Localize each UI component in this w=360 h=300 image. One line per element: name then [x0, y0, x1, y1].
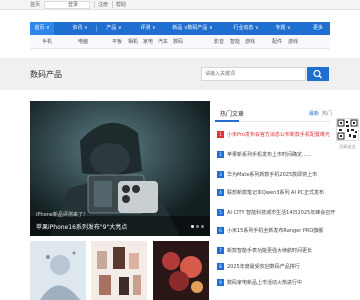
qr-label: 扫码关注 [339, 144, 356, 149]
list-item[interactable]: 5 AI CITY 智能科技城市生活14日2025年峰会召开 [215, 207, 335, 219]
list-item[interactable]: 8 2025年度最受欢迎数码产品排行 [215, 261, 330, 273]
rank-badge: 5 [217, 209, 224, 216]
divider [112, 1, 113, 8]
thumbnail[interactable] [91, 241, 147, 300]
divider [94, 1, 95, 8]
nav-item-industry[interactable]: 行业动态 ∨ [228, 22, 264, 35]
thumbnail-image [30, 241, 86, 300]
carousel-dot[interactable] [191, 225, 194, 228]
qr-code-widget: 扫码关注 [335, 118, 360, 158]
article-title[interactable]: 华为Mate系列新款手机2025款即将上市 [227, 171, 317, 178]
article-title[interactable]: 小米15系列手机全新发布Ranger PRO旗舰 [227, 227, 323, 234]
thumbnail-image [153, 241, 209, 300]
subnav-item[interactable]: 手机 [42, 38, 52, 45]
article-title[interactable]: AI CITY 智能科技城市生活14日2025年峰会召开 [227, 209, 335, 216]
subnav-item[interactable]: 平板 [112, 38, 122, 45]
qr-code-icon [337, 119, 358, 140]
main-nav: 首页 ∨ 资讯 ∨ 产品 ∨ 评测 ∨ 新品 ∨ 数码产品 ∨ 行业动态 ∨ 专… [30, 22, 330, 35]
subnav-item[interactable]: 游戏 [288, 38, 298, 45]
list-item[interactable]: 9 数码家电新品上市活动火热进行中 [215, 277, 330, 289]
list-item[interactable]: 2 苹果新系列手机发布上市时间确定...... [215, 149, 330, 161]
hot-articles-panel: 热门文章 最新 热门 1 小米Pro发布会官方消息公布新款手机配置曝光 2 苹果… [215, 101, 335, 300]
subnav-item[interactable]: 影音 [214, 38, 224, 45]
search-button[interactable] [307, 67, 329, 81]
rank-badge: 1 [217, 131, 224, 138]
subnav-item[interactable]: 智能 [230, 38, 240, 45]
search-icon [313, 69, 322, 79]
hero-caption[interactable]: 苹果iPhone16系列发布"9"大亮点 [36, 222, 127, 231]
top-link-login[interactable]: 登录 [68, 1, 78, 8]
carousel-dots [189, 213, 204, 232]
top-link-register[interactable]: 注册 [98, 1, 108, 8]
top-link-help[interactable]: 帮助 [116, 1, 126, 8]
carousel-dot[interactable] [196, 225, 199, 228]
rank-badge: 4 [217, 189, 224, 196]
list-item[interactable]: 4 联想新款笔记本Qwen3系列 AI PC正式发布 [215, 187, 330, 199]
thumbnail-image [91, 241, 147, 300]
thumbnail[interactable] [30, 241, 86, 300]
rank-badge: 2 [217, 151, 224, 158]
subnav-item[interactable]: 汽车 [158, 38, 168, 45]
nav-item-news[interactable]: 资讯 ∨ [68, 22, 92, 35]
rank-badge: 6 [217, 227, 224, 234]
top-search-box[interactable] [44, 1, 90, 9]
carousel-dot[interactable] [201, 225, 204, 228]
top-utility-bar: 首页 登录 注册 帮助 [0, 0, 360, 10]
thumbnail[interactable] [153, 241, 209, 300]
article-title[interactable]: 2025年度最受欢迎数码产品排行 [227, 263, 300, 270]
sub-nav: 手机 电脑 平板 相机 家电 汽车 数码 影音 智能 游戏 配件 游戏 [30, 35, 330, 49]
subnav-item[interactable]: 配件 [272, 38, 282, 45]
nav-item-more[interactable]: 更多 [306, 22, 330, 35]
article-title[interactable]: 苹果新系列手机发布上市时间确定...... [227, 151, 312, 158]
top-link-home[interactable]: 首页 [30, 1, 40, 8]
nav-item-digital[interactable]: 数码产品 ∨ [182, 22, 218, 35]
nav-item-products[interactable]: 产品 ∨ [102, 22, 126, 35]
subnav-item[interactable]: 电脑 [78, 38, 88, 45]
list-item[interactable]: 1 小米Pro发布会官方消息公布新款手机配置曝光 [215, 129, 330, 141]
qr-code [336, 118, 359, 141]
article-title[interactable]: 小米Pro发布会官方消息公布新款手机配置曝光 [227, 131, 330, 138]
rank-badge: 8 [217, 263, 224, 270]
nav-item-reviews[interactable]: 评测 ∨ [136, 22, 160, 35]
nav-item-home[interactable]: 首页 ∨ [30, 22, 54, 35]
search-input[interactable] [201, 67, 306, 81]
tab-hot[interactable]: 热门 [322, 110, 332, 117]
subnav-item[interactable]: 游戏 [245, 38, 255, 45]
tab-latest[interactable]: 最新 [309, 110, 319, 117]
subnav-item[interactable]: 数码 [173, 38, 183, 45]
list-item[interactable]: 6 小米15系列手机全新发布Ranger PRO旗舰 [215, 225, 330, 237]
rank-badge: 3 [217, 171, 224, 178]
title-underline [215, 120, 239, 122]
hero-carousel[interactable]: iPhone新品评测来了！ 苹果iPhone16系列发布"9"大亮点 [30, 101, 210, 236]
page-title: 数码产品 [30, 70, 62, 79]
subnav-item[interactable]: 相机 [128, 38, 138, 45]
list-item[interactable]: 7 新款智能手表功能更强大续航时间更长 [215, 245, 330, 257]
article-title[interactable]: 联想新款笔记本Qwen3系列 AI PC正式发布 [227, 189, 324, 196]
article-title[interactable]: 新款智能手表功能更强大续航时间更长 [227, 247, 312, 254]
nav-item-topics[interactable]: 专题 ∨ [270, 22, 296, 35]
panel-title: 热门文章 [220, 111, 245, 118]
page-banner: 数码产品 [0, 58, 360, 90]
rank-badge: 9 [217, 279, 224, 286]
divider [96, 25, 97, 32]
subnav-item[interactable]: 家电 [143, 38, 153, 45]
article-title[interactable]: 数码家电新品上市活动火热进行中 [227, 279, 302, 286]
rank-badge: 7 [217, 247, 224, 254]
list-item[interactable]: 3 华为Mate系列新款手机2025款即将上市 [215, 169, 330, 181]
hero-subtitle: iPhone新品评测来了！ [36, 212, 88, 218]
